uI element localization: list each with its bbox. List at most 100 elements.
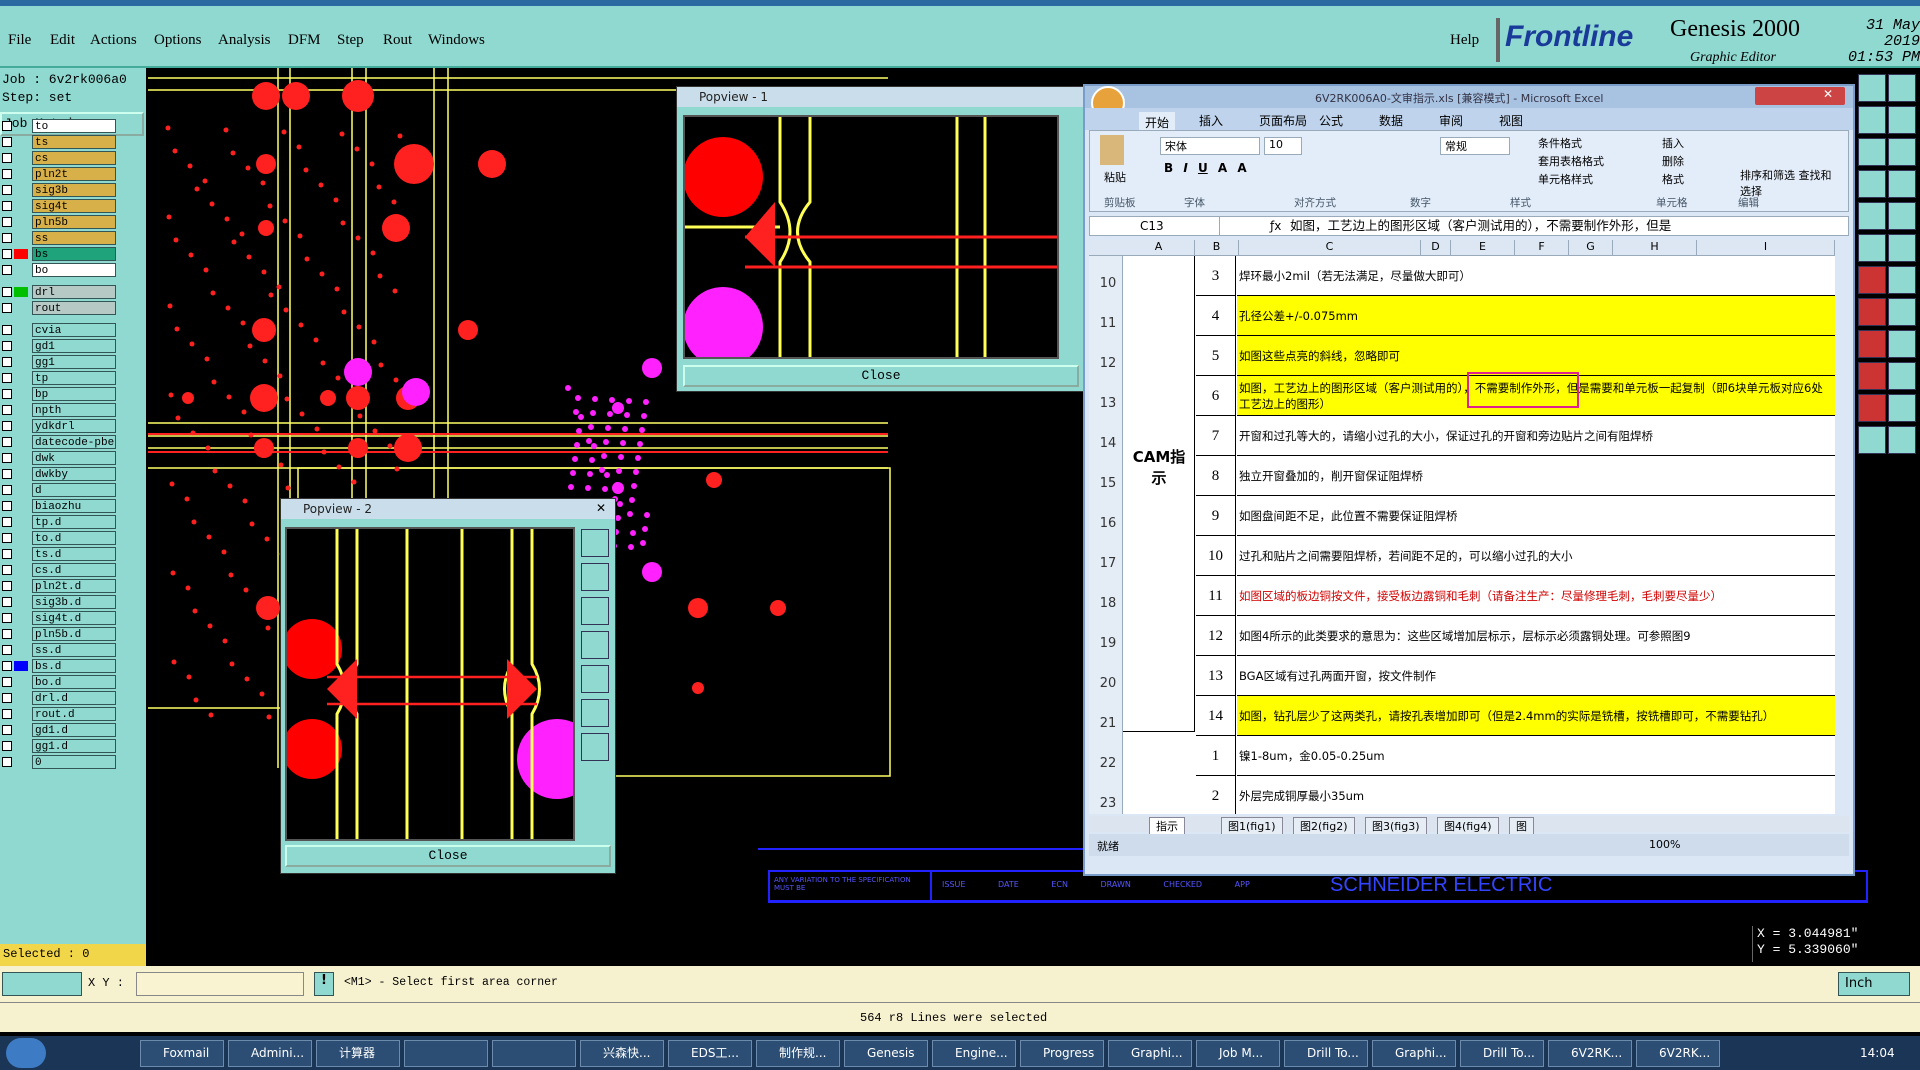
zoom-tool-button[interactable] [581, 563, 609, 591]
taskbar-item[interactable]: Progress [1020, 1040, 1104, 1067]
taskbar-item[interactable]: 6V2RK... [1636, 1040, 1720, 1067]
layer-checkbox[interactable] [2, 249, 12, 259]
layer-row[interactable]: biaozhu [0, 498, 118, 514]
layer-row[interactable]: bo.d [0, 674, 118, 690]
popview-2-canvas[interactable] [282, 527, 597, 841]
row-number[interactable]: 11 [1093, 316, 1123, 331]
table-row[interactable]: 16 9 如图盘间距不足，此位置不需要保证阻焊桥 [1089, 496, 1835, 536]
column-header[interactable]: F [1515, 240, 1569, 256]
layer-row[interactable]: gd1 [0, 338, 118, 354]
row-number[interactable]: 21 [1093, 716, 1123, 731]
row-number[interactable]: 19 [1093, 636, 1123, 651]
tool-button[interactable] [1858, 394, 1886, 422]
layer-checkbox[interactable] [2, 549, 12, 559]
tool-button[interactable] [1858, 202, 1886, 230]
tool-button[interactable] [1888, 74, 1916, 102]
menu-dfm[interactable]: DFM [288, 32, 321, 49]
layer-row[interactable]: ts [0, 134, 118, 150]
tool-button[interactable] [1888, 394, 1916, 422]
unit-select[interactable]: Inch [1838, 972, 1910, 996]
tool-button[interactable] [1888, 426, 1916, 454]
layer-row[interactable]: ss [0, 230, 118, 246]
menu-rout[interactable]: Rout [383, 32, 412, 49]
layer-checkbox[interactable] [2, 485, 12, 495]
layer-checkbox[interactable] [2, 169, 12, 179]
tool-button[interactable] [1858, 106, 1886, 134]
layer-checkbox[interactable] [2, 217, 12, 227]
taskbar-item[interactable]: Admini... [228, 1040, 312, 1067]
layer-row[interactable]: sig4t [0, 198, 118, 214]
row-number[interactable]: 20 [1093, 676, 1123, 691]
column-header[interactable]: C [1239, 240, 1421, 256]
taskbar-item[interactable]: Engine... [932, 1040, 1016, 1067]
font-size-select[interactable]: 10 [1264, 137, 1302, 155]
layer-checkbox[interactable] [2, 469, 12, 479]
layer-checkbox[interactable] [2, 265, 12, 275]
layer-checkbox[interactable] [2, 389, 12, 399]
instruction-cell[interactable]: 如图，钻孔层少了这两类孔，请按孔表增加即可（但是2.4mm的实际是铣槽，按铣槽即… [1237, 696, 1835, 736]
delete-cell-button[interactable]: 删除 [1662, 153, 1684, 171]
start-button[interactable] [6, 1038, 46, 1068]
layer-checkbox[interactable] [2, 581, 12, 591]
layer-row[interactable]: sig3b [0, 182, 118, 198]
layer-checkbox[interactable] [2, 661, 12, 671]
instruction-cell[interactable]: 如图这些点亮的斜线，忽略即可 [1237, 336, 1835, 376]
tool-button[interactable] [1888, 202, 1916, 230]
layer-checkbox[interactable] [2, 201, 12, 211]
column-header[interactable]: A [1123, 240, 1195, 256]
layer-row[interactable]: pln2t.d [0, 578, 118, 594]
name-box[interactable]: C13 [1090, 217, 1220, 235]
layer-row[interactable]: ss.d [0, 642, 118, 658]
ribbon-tab[interactable]: 审阅 [1439, 112, 1463, 129]
format-cell-button[interactable]: 格式 [1662, 171, 1684, 189]
zoom-tool-button[interactable] [581, 665, 609, 693]
instruction-cell[interactable]: 如图4所示的此类要求的意思为：这些区域增加层标示，层标示必须露铜处理。可参照图9 [1237, 616, 1835, 656]
layer-checkbox[interactable] [2, 677, 12, 687]
taskbar-item[interactable]: EDS工... [668, 1040, 752, 1067]
excel-close-icon[interactable]: ✕ [1755, 87, 1845, 105]
zoom-tool-button[interactable] [581, 529, 609, 557]
xy-input[interactable] [136, 972, 304, 996]
tool-button[interactable] [1858, 138, 1886, 166]
layer-checkbox[interactable] [2, 533, 12, 543]
table-row[interactable]: 12 5 如图这些点亮的斜线，忽略即可 [1089, 336, 1835, 376]
layer-checkbox[interactable] [2, 565, 12, 575]
layer-checkbox[interactable] [2, 357, 12, 367]
layer-row[interactable]: sig4t.d [0, 610, 118, 626]
layer-checkbox[interactable] [2, 597, 12, 607]
layer-row[interactable]: rout.d [0, 706, 118, 722]
layer-checkbox[interactable] [2, 233, 12, 243]
zoom-tool-button[interactable] [581, 733, 609, 761]
instruction-cell[interactable]: 镍1-8um，金0.05-0.25um [1237, 736, 1835, 776]
tool-button[interactable] [1888, 362, 1916, 390]
tool-button[interactable] [1888, 234, 1916, 262]
table-row[interactable]: 22 1 镍1-8um，金0.05-0.25um [1089, 736, 1835, 776]
tool-button[interactable] [1858, 298, 1886, 326]
layer-row[interactable]: bp [0, 386, 118, 402]
layer-row[interactable]: ts.d [0, 546, 118, 562]
tool-button[interactable] [1888, 106, 1916, 134]
table-row[interactable]: 23 2 外层完成铜厚最小35um [1089, 776, 1835, 814]
table-row[interactable]: 18 11 如图区域的板边铜按文件，接受板边露铜和毛刺（请备注生产：尽量修理毛刺… [1089, 576, 1835, 616]
cell-buttons[interactable]: 插入 删除 格式 [1662, 135, 1684, 189]
paste-icon[interactable] [1100, 135, 1124, 165]
sheet-tab[interactable]: 图3(fig3) [1365, 817, 1427, 835]
layer-row[interactable]: cvia [0, 322, 118, 338]
layer-row[interactable]: bs [0, 246, 118, 262]
instruction-cell[interactable]: 独立开窗叠加的，削开窗保证阻焊桥 [1237, 456, 1835, 496]
tool-button[interactable] [1858, 426, 1886, 454]
taskbar-item[interactable]: Drill To... [1460, 1040, 1544, 1067]
table-row[interactable]: 17 10 过孔和贴片之间需要阻焊桥，若间距不足的，可以缩小过孔的大小 [1089, 536, 1835, 576]
tool-button[interactable] [1858, 74, 1886, 102]
layer-checkbox[interactable] [2, 121, 12, 131]
row-number[interactable]: 22 [1093, 756, 1123, 771]
table-row[interactable]: 20 13 BGA区域有过孔两面开窗，按文件制作 [1089, 656, 1835, 696]
taskbar-item[interactable] [492, 1040, 576, 1067]
layer-checkbox[interactable] [2, 325, 12, 335]
layer-checkbox[interactable] [2, 757, 12, 767]
layer-checkbox[interactable] [2, 137, 12, 147]
layer-row[interactable]: to.d [0, 530, 118, 546]
ribbon-tab[interactable]: 公式 [1319, 112, 1343, 129]
tool-button[interactable] [1858, 234, 1886, 262]
column-header[interactable]: G [1569, 240, 1613, 256]
